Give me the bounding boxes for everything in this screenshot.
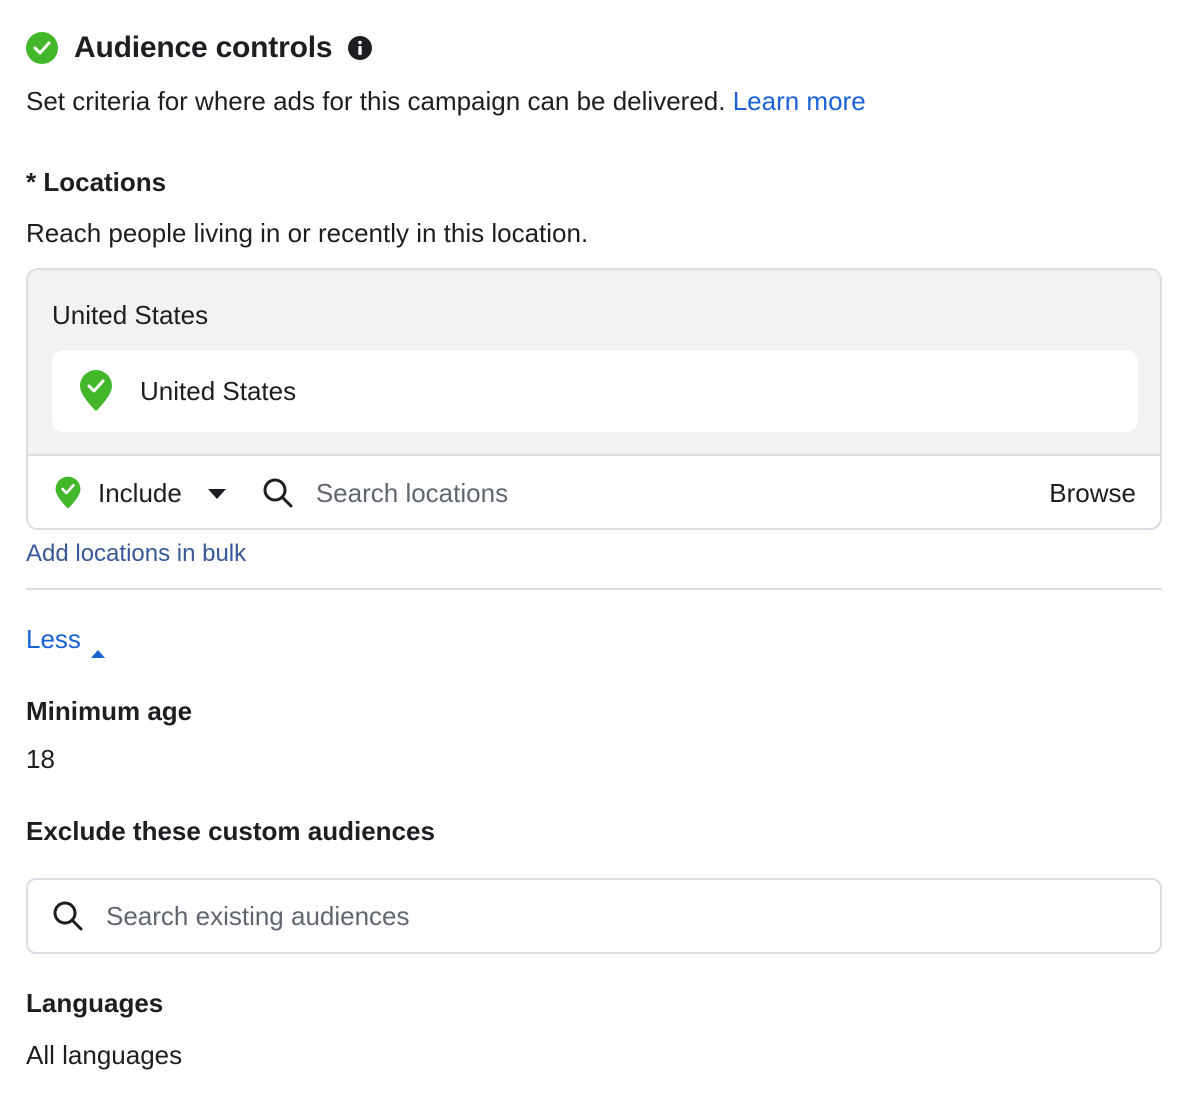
locations-group-title: United States	[52, 300, 209, 330]
search-locations-input[interactable]	[315, 477, 996, 509]
search-icon	[262, 477, 294, 509]
learn-more-link[interactable]: Learn more	[733, 86, 866, 116]
exclude-audiences-label: Exclude these custom audiences	[26, 816, 435, 846]
languages-label: Languages	[26, 988, 164, 1018]
locations-search-bar: Include Browse	[28, 456, 1160, 528]
locations-box: United States United States Include Brow…	[26, 268, 1162, 530]
location-pin-check-icon	[78, 370, 114, 412]
section-title: Audience controls	[74, 31, 333, 64]
description-text: Set criteria for where ads for this camp…	[26, 86, 726, 116]
caret-up-icon	[90, 635, 105, 658]
browse-button[interactable]: Browse	[1049, 478, 1136, 509]
chevron-down-icon[interactable]	[207, 487, 226, 499]
less-toggle-label: Less	[26, 624, 81, 654]
include-dropdown-label[interactable]: Include	[98, 478, 182, 509]
section-header: Audience controls	[26, 28, 373, 68]
languages-value: All languages	[26, 1040, 183, 1070]
add-locations-in-bulk-link[interactable]: Add locations in bulk	[26, 540, 246, 568]
locations-label: * Locations	[26, 167, 167, 197]
search-icon	[52, 900, 84, 932]
locations-selected-panel: United States United States	[28, 270, 1160, 456]
location-chip-label: United States	[140, 375, 297, 406]
location-chip[interactable]: United States	[52, 350, 1138, 432]
audiences-search-box[interactable]	[26, 878, 1162, 954]
search-audiences-input[interactable]	[106, 900, 1106, 932]
info-icon[interactable]	[348, 36, 373, 60]
less-toggle[interactable]: Less	[26, 624, 105, 658]
include-pin-icon	[54, 476, 82, 510]
section-description: Set criteria for where ads for this camp…	[26, 86, 866, 117]
divider	[26, 588, 1162, 590]
minimum-age-value: 18	[26, 744, 55, 774]
check-circle-icon	[26, 32, 58, 64]
minimum-age-label: Minimum age	[26, 696, 193, 726]
locations-description: Reach people living in or recently in th…	[26, 218, 589, 248]
